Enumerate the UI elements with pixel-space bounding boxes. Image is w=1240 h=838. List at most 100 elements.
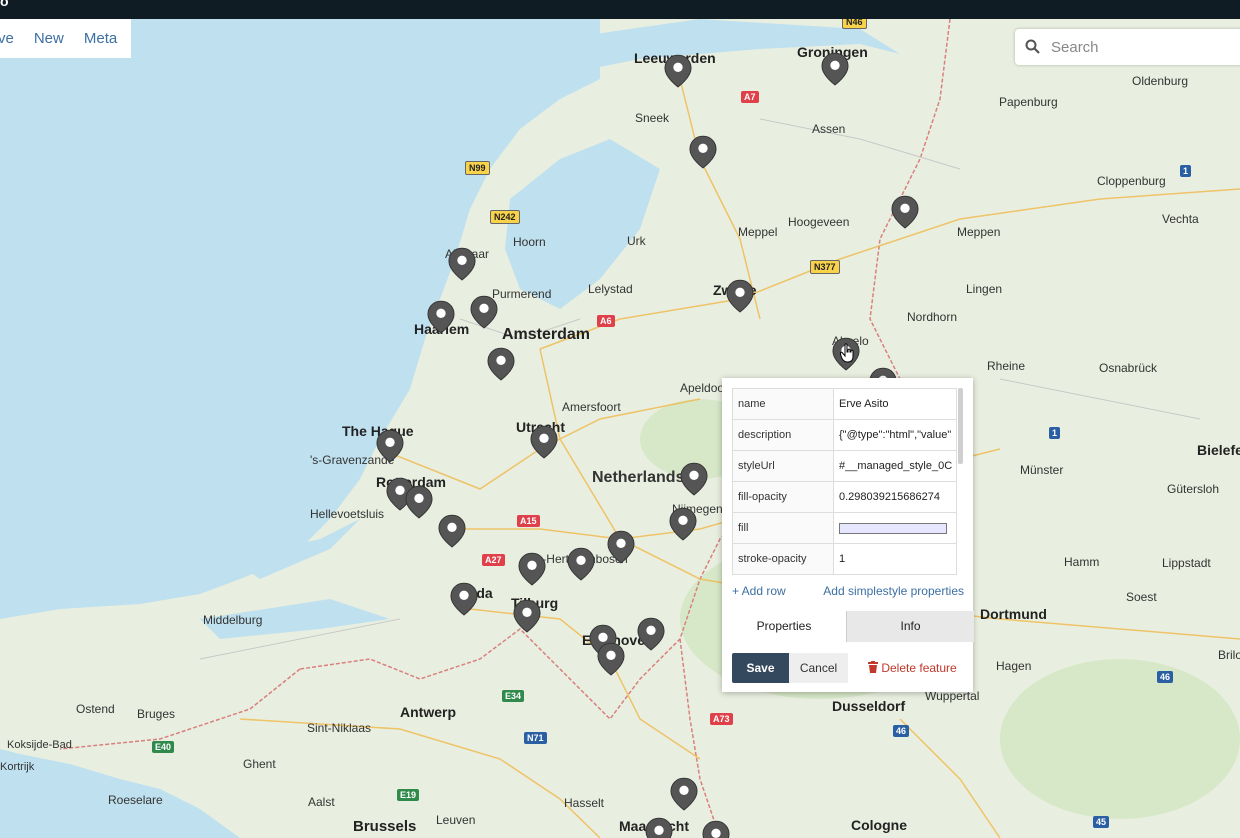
map-marker[interactable] bbox=[427, 299, 455, 337]
map-marker[interactable] bbox=[376, 428, 404, 466]
property-key[interactable]: fill-opacity bbox=[732, 481, 834, 513]
city-label: Amersfoort bbox=[562, 400, 621, 414]
road-shield: 1 bbox=[1049, 427, 1061, 439]
property-value[interactable]: #__managed_style_0C bbox=[833, 450, 957, 482]
city-label: Leuven bbox=[436, 813, 476, 827]
map-marker[interactable] bbox=[518, 551, 546, 589]
city-label: Sneek bbox=[635, 111, 670, 125]
table-scrollbar[interactable] bbox=[958, 388, 963, 464]
table-row: stroke-opacity 1 bbox=[732, 543, 957, 575]
road-shield: 46 bbox=[1157, 671, 1174, 683]
city-label: Cologne bbox=[851, 817, 907, 833]
city-label: Brussels bbox=[353, 818, 417, 835]
city-label: Hamm bbox=[1064, 555, 1100, 569]
city-label: Münster bbox=[1020, 463, 1064, 477]
city-label: Hellevoetsluis bbox=[310, 507, 385, 521]
map-marker[interactable] bbox=[597, 641, 625, 679]
city-label: Kortrijk bbox=[0, 761, 35, 773]
road-shield: E34 bbox=[502, 690, 525, 702]
tab-properties[interactable]: Properties bbox=[722, 611, 846, 642]
app-logo: o bbox=[0, 0, 9, 9]
fill-color-swatch[interactable] bbox=[839, 522, 947, 534]
main-menu: ve New Meta bbox=[0, 19, 131, 58]
road-shield: 1 bbox=[1180, 165, 1192, 177]
property-key[interactable]: name bbox=[732, 388, 834, 420]
map-marker[interactable] bbox=[645, 816, 673, 838]
city-label: Oldenburg bbox=[1132, 74, 1189, 88]
properties-table: name Erve Asito description {"@type":"ht… bbox=[732, 388, 957, 575]
map-marker[interactable] bbox=[448, 246, 476, 284]
property-value[interactable]: {"@type":"html","value" bbox=[833, 419, 957, 451]
map-marker[interactable] bbox=[891, 194, 919, 232]
city-label: Hoogeveen bbox=[788, 215, 850, 229]
tab-info[interactable]: Info bbox=[846, 611, 974, 642]
city-label: Purmerend bbox=[492, 287, 552, 301]
search-icon bbox=[1025, 39, 1040, 54]
city-label: Koksijde-Bad bbox=[7, 739, 72, 751]
road-shield: A15 bbox=[517, 515, 540, 527]
map-marker[interactable] bbox=[637, 616, 665, 654]
map-marker[interactable] bbox=[470, 294, 498, 332]
map-marker[interactable] bbox=[669, 506, 697, 544]
road-shield: E40 bbox=[152, 741, 175, 753]
property-value[interactable]: 1 bbox=[833, 543, 957, 575]
city-label: Urk bbox=[627, 234, 646, 248]
property-key[interactable]: description bbox=[732, 419, 834, 451]
city-label: Lelystad bbox=[588, 282, 633, 296]
road-shield: 46 bbox=[893, 725, 910, 737]
map-marker[interactable] bbox=[530, 424, 558, 462]
property-value[interactable]: 0.298039215686274 bbox=[833, 481, 957, 513]
road-shield: 45 bbox=[1093, 816, 1110, 828]
top-bar: o bbox=[0, 0, 1240, 19]
save-button[interactable]: Save bbox=[732, 653, 789, 683]
table-row: fill bbox=[732, 512, 957, 544]
popup-actions: Save Cancel Delete feature bbox=[732, 653, 964, 683]
city-label: Meppel bbox=[738, 225, 778, 239]
add-simplestyle-link[interactable]: Add simplestyle properties bbox=[823, 584, 964, 598]
city-label: Lingen bbox=[966, 282, 1003, 296]
city-label: Amsterdam bbox=[502, 326, 591, 343]
property-key[interactable]: fill bbox=[732, 512, 834, 544]
map-marker[interactable] bbox=[513, 598, 541, 636]
menu-item-save[interactable]: ve bbox=[0, 30, 14, 47]
property-key[interactable]: styleUrl bbox=[732, 450, 834, 482]
delete-feature-button[interactable]: Delete feature bbox=[868, 653, 957, 683]
map-marker[interactable] bbox=[607, 529, 635, 567]
cancel-button[interactable]: Cancel bbox=[789, 653, 848, 683]
city-label: Sint-Niklaas bbox=[307, 721, 372, 735]
city-label: Papenburg bbox=[999, 95, 1058, 109]
map-marker[interactable] bbox=[487, 346, 515, 384]
city-label: Aalst bbox=[308, 795, 335, 809]
city-label: Rheine bbox=[987, 359, 1026, 373]
map-marker[interactable] bbox=[702, 819, 730, 838]
map-marker[interactable] bbox=[450, 581, 478, 619]
city-label: Antwerp bbox=[400, 704, 456, 720]
table-row: description {"@type":"html","value" bbox=[732, 419, 957, 451]
road-shield: N99 bbox=[465, 161, 490, 175]
property-key[interactable]: stroke-opacity bbox=[732, 543, 834, 575]
city-label: Dusseldorf bbox=[832, 698, 906, 714]
menu-item-meta[interactable]: Meta bbox=[84, 30, 117, 47]
city-label: Bruges bbox=[137, 707, 176, 721]
map-marker[interactable] bbox=[567, 546, 595, 584]
map-marker[interactable] bbox=[689, 134, 717, 172]
map-marker[interactable] bbox=[726, 278, 754, 316]
map-marker[interactable] bbox=[664, 53, 692, 91]
add-row-link[interactable]: + Add row bbox=[732, 584, 786, 598]
map-marker[interactable] bbox=[405, 484, 433, 522]
map[interactable]: Leeuwarden Groningen Oldenburg Papenburg… bbox=[0, 15, 1240, 838]
map-marker[interactable] bbox=[680, 461, 708, 499]
map-marker[interactable] bbox=[670, 776, 698, 814]
property-value[interactable]: Erve Asito bbox=[833, 388, 957, 420]
menu-item-new[interactable]: New bbox=[34, 30, 64, 47]
map-marker[interactable] bbox=[821, 51, 849, 89]
search-input[interactable] bbox=[1049, 37, 1233, 57]
hand-cursor-icon bbox=[840, 343, 854, 363]
trash-icon bbox=[868, 661, 878, 673]
table-row: styleUrl #__managed_style_0C bbox=[732, 450, 957, 482]
city-label: Brilon bbox=[1218, 648, 1240, 662]
map-marker[interactable] bbox=[438, 513, 466, 551]
road-shield: A27 bbox=[482, 554, 505, 566]
city-label: Nordhorn bbox=[907, 310, 958, 324]
property-value-color[interactable] bbox=[833, 512, 957, 544]
